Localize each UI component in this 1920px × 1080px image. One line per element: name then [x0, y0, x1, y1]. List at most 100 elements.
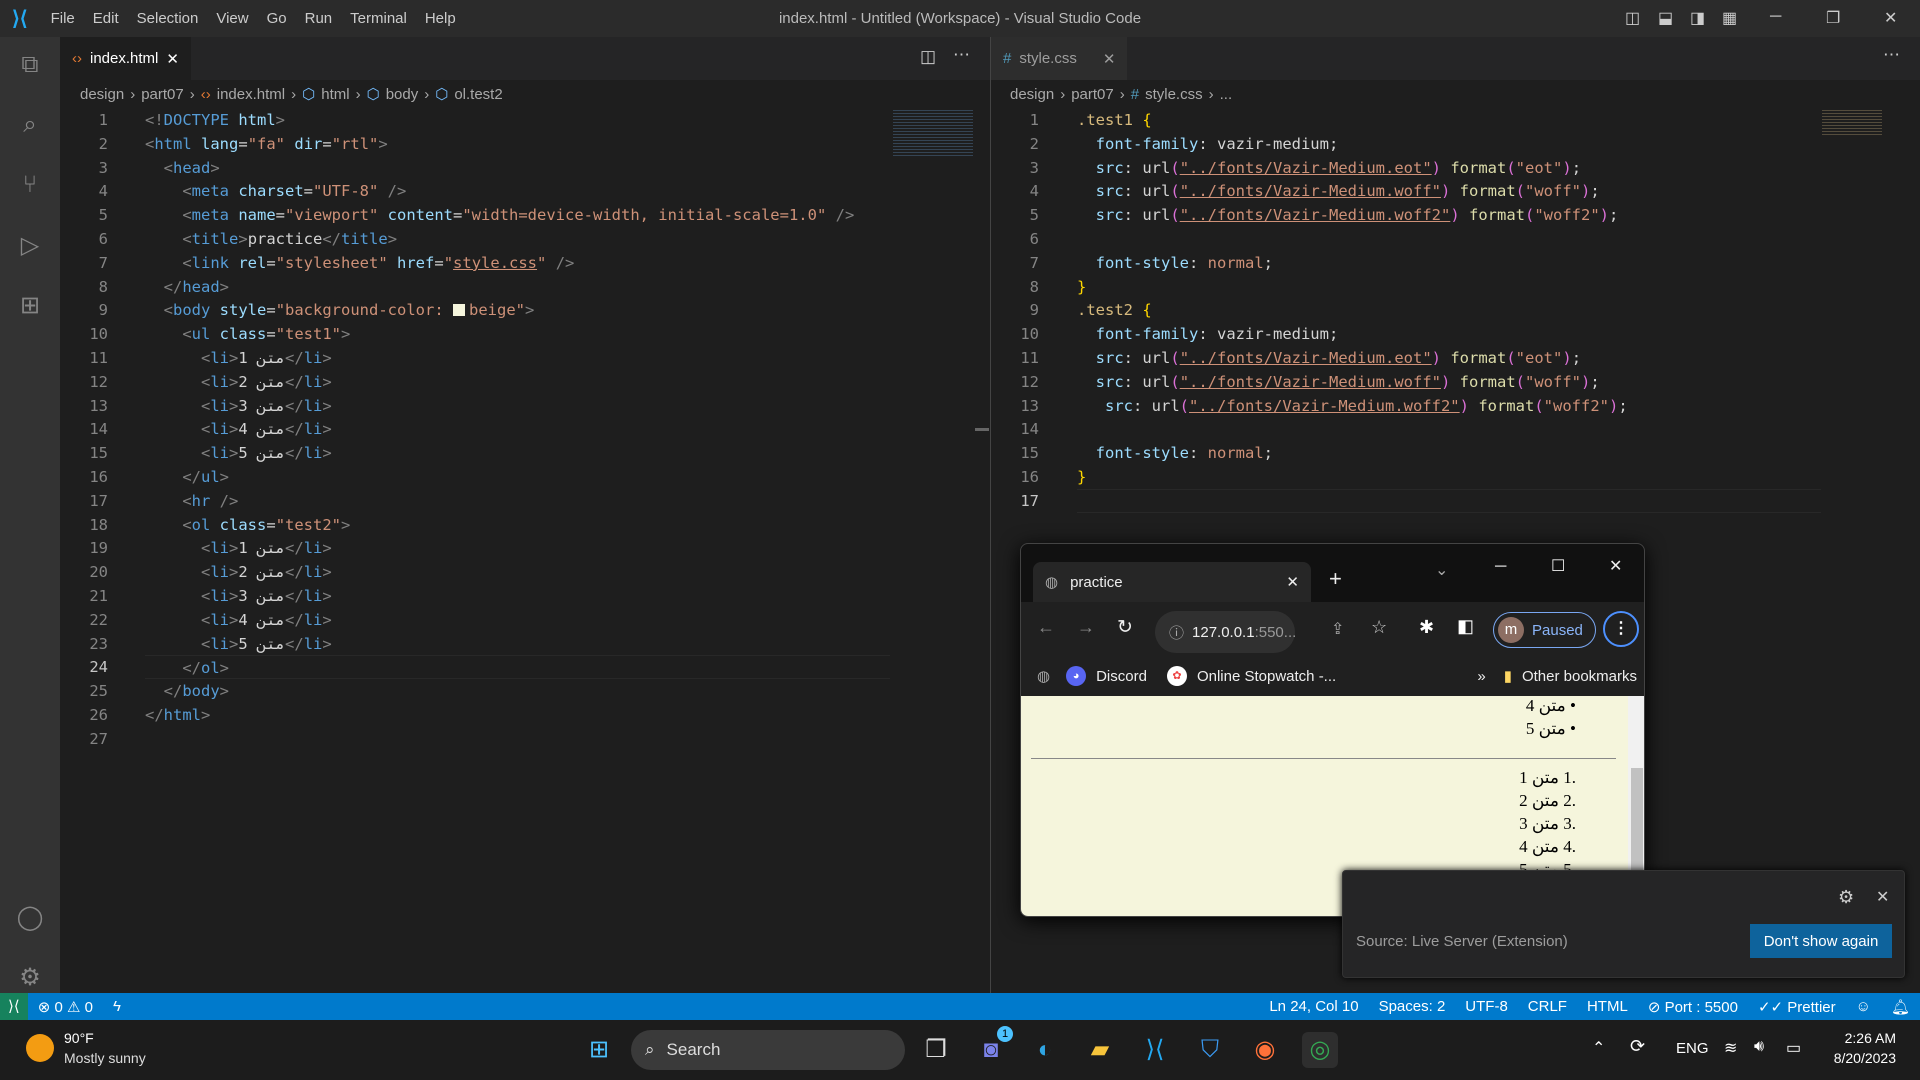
maximize-button[interactable]: ☐ [1551, 556, 1565, 576]
code-line[interactable]: src: url("../fonts/Vazir-Medium.eot") fo… [1077, 156, 1581, 180]
close-tab-icon[interactable]: ✕ [166, 50, 179, 68]
wifi-icon[interactable]: ≋ [1724, 1038, 1737, 1058]
code-line[interactable]: </ul> [145, 465, 229, 489]
input-language[interactable]: ENG [1676, 1040, 1709, 1057]
code-line[interactable]: <head> [145, 156, 220, 180]
code-line[interactable]: <ul class="test1"> [145, 322, 350, 346]
menu-help[interactable]: Help [416, 10, 465, 27]
code-line[interactable]: } [1077, 465, 1086, 489]
firefox-icon[interactable]: ◉ [1247, 1032, 1283, 1068]
bookmark-other[interactable]: Other bookmarks [1522, 668, 1637, 685]
menu-edit[interactable]: Edit [84, 10, 128, 27]
problems-indicator[interactable]: ⊗ 0 ⚠ 0 [28, 998, 103, 1016]
weather-temp[interactable]: 90°F [64, 1030, 94, 1046]
close-notification-icon[interactable]: ✕ [1876, 887, 1889, 907]
code-line[interactable]: </body> [145, 679, 229, 703]
side-panel-icon[interactable]: ◧ [1457, 616, 1474, 637]
teams-chat-icon[interactable]: ◙ 1 [973, 1026, 1013, 1068]
breadcrumb-item[interactable]: part07 [1071, 86, 1114, 103]
tab-style-css[interactable]: # style.css ✕ [991, 37, 1128, 80]
clock-date[interactable]: 8/20/2023 [1806, 1050, 1896, 1066]
minimize-button[interactable]: ─ [1495, 558, 1506, 576]
menu-terminal[interactable]: Terminal [341, 10, 416, 27]
code-line[interactable]: <li>1 متن</li> [145, 536, 332, 560]
globe-icon[interactable]: ◍ [1037, 667, 1050, 685]
notification-settings-gear-icon[interactable]: ⚙ [1838, 887, 1854, 908]
address-bar[interactable]: ⓘ 127.0.0.1:550... [1155, 611, 1296, 653]
close-tab-icon[interactable]: ✕ [1103, 50, 1116, 68]
site-info-icon[interactable]: ⓘ [1169, 622, 1184, 643]
breadcrumb-item[interactable]: ol.test2 [454, 86, 502, 103]
source-control-icon[interactable]: ⑂ [14, 171, 46, 203]
code-line[interactable]: font-style: normal; [1077, 251, 1273, 275]
tab-index-html[interactable]: ‹› index.html ✕ [60, 37, 191, 80]
html-code-editor[interactable]: 1 <!DOCTYPE html> 2 <html lang="fa" dir="rt… [60, 108, 890, 993]
volume-icon[interactable]: 🔊︎ [1754, 1038, 1764, 1056]
code-line[interactable]: <li>4 متن</li> [145, 417, 332, 441]
live-server-port[interactable]: ⊘ Port : 5500 [1638, 998, 1748, 1016]
split-editor-icon[interactable]: ◫ [920, 47, 936, 67]
code-line[interactable]: <li>3 متن</li> [145, 394, 332, 418]
taskbar-search[interactable]: ⌕ Search [631, 1030, 905, 1070]
run-debug-icon[interactable]: ▷ [14, 231, 46, 263]
menu-run[interactable]: Run [296, 10, 342, 27]
close-window-button[interactable]: ✕ [1609, 556, 1622, 576]
code-line[interactable]: } [1077, 275, 1086, 299]
code-line[interactable]: <title>practice</title> [145, 227, 397, 251]
code-line[interactable]: <ol class="test2"> [145, 513, 350, 537]
clock-time[interactable]: 2:26 AM [1826, 1030, 1896, 1046]
edge-icon[interactable]: ◐ [1027, 1032, 1063, 1068]
minimap[interactable] [893, 108, 973, 158]
customize-layout-icon[interactable]: ▦ [1722, 8, 1737, 28]
prettier-status[interactable]: ✓✓ Prettier [1748, 998, 1846, 1016]
code-line[interactable]: font-style: normal; [1077, 441, 1273, 465]
toggle-secondary-sidebar-icon[interactable]: ◨ [1690, 8, 1705, 28]
reload-icon[interactable]: ↻ [1117, 616, 1133, 639]
remote-indicator-icon[interactable]: ⟩⟨ [0, 993, 28, 1020]
explorer-icon[interactable]: ⧉ [14, 51, 46, 83]
menu-file[interactable]: File [42, 10, 84, 27]
code-line[interactable]: <li>1 متن</li> [145, 346, 332, 370]
code-line[interactable]: <li>3 متن</li> [145, 584, 332, 608]
code-line[interactable]: <li>4 متن</li> [145, 608, 332, 632]
browser-tab[interactable]: ◍ practice ✕ [1033, 562, 1311, 602]
breadcrumb-item[interactable]: design [1010, 86, 1054, 103]
code-line[interactable] [1077, 488, 1821, 513]
vscode-taskbar-icon[interactable]: ⟩⟨ [1137, 1032, 1173, 1068]
extensions-puzzle-icon[interactable]: ✱ [1419, 617, 1434, 638]
extensions-icon[interactable]: ⊞ [14, 291, 46, 323]
code-line[interactable]: <link rel="stylesheet" href="style.css" … [145, 251, 574, 275]
code-line[interactable]: src: url("../fonts/Vazir-Medium.eot") fo… [1077, 346, 1581, 370]
code-line[interactable]: <li>5 متن</li> [145, 632, 332, 656]
code-line[interactable]: </head> [145, 275, 229, 299]
weather-desc[interactable]: Mostly sunny [64, 1050, 146, 1066]
code-line[interactable]: <body style="background-color: beige"> [145, 298, 535, 322]
code-line[interactable]: <!DOCTYPE html> [145, 108, 285, 132]
dont-show-again-button[interactable]: Don't show again [1750, 924, 1892, 958]
feedback-icon[interactable]: ☺ [1846, 998, 1881, 1015]
code-line[interactable]: <meta name="viewport" content="width=dev… [145, 203, 854, 227]
task-view-icon[interactable]: ❐ [918, 1032, 954, 1068]
toggle-sidebar-icon[interactable]: ◫ [1625, 8, 1640, 28]
share-icon[interactable]: ⇪ [1331, 619, 1344, 639]
bookmark-star-icon[interactable]: ☆ [1371, 617, 1387, 638]
code-line[interactable]: <html lang="fa" dir="rtl"> [145, 132, 388, 156]
chrome-menu-icon[interactable]: ⋮ [1603, 611, 1639, 647]
lightning-icon[interactable]: ϟ [103, 998, 131, 1015]
close-window-button[interactable]: ✕ [1884, 8, 1897, 28]
code-line[interactable]: font-family: vazir-medium; [1077, 132, 1339, 156]
code-line[interactable]: <li>2 متن</li> [145, 370, 332, 394]
code-line[interactable]: src: url("../fonts/Vazir-Medium.woff") f… [1077, 370, 1600, 394]
code-line[interactable]: src: url("../fonts/Vazir-Medium.woff2") … [1077, 394, 1628, 418]
code-line[interactable]: </html> [145, 703, 210, 727]
weather-icon[interactable] [26, 1034, 54, 1062]
minimize-button[interactable]: ─ [1770, 8, 1781, 26]
code-line[interactable]: src: url("../fonts/Vazir-Medium.woff2") … [1077, 203, 1619, 227]
code-line[interactable]: .test2 { [1077, 298, 1152, 322]
breadcrumb-item[interactable]: html [321, 86, 349, 103]
notifications-bell-icon[interactable]: 🔔︎ [1881, 998, 1920, 1016]
bookmark-online-stopwatch[interactable]: Online Stopwatch -... [1197, 668, 1336, 685]
breadcrumb-item[interactable]: design [80, 86, 124, 103]
show-hidden-icons-chevron[interactable]: ⌃ [1592, 1038, 1605, 1058]
battery-icon[interactable]: ▭ [1786, 1038, 1801, 1058]
